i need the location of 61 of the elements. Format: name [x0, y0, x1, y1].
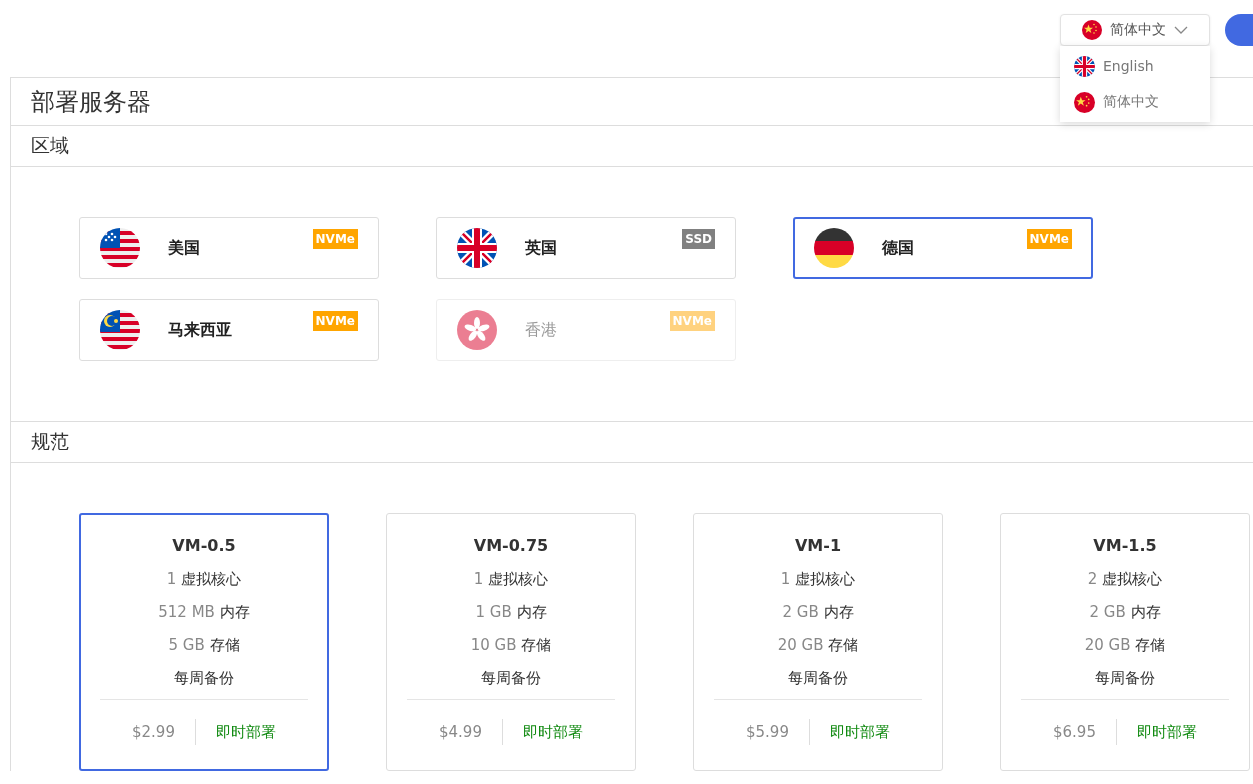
- storage-badge: NVMe: [312, 229, 358, 249]
- region-option[interactable]: 英国 SSD: [436, 217, 736, 279]
- starred-flag-icon: [1082, 20, 1102, 40]
- price: $2.99: [132, 719, 196, 745]
- spec-line: 20 GB 存储: [777, 635, 859, 656]
- spec-line: 1 虚拟核心: [780, 569, 856, 590]
- deploy-link[interactable]: 即时部署: [829, 722, 890, 742]
- section-title: 区域: [31, 133, 69, 158]
- spec-line: 每周备份: [1095, 668, 1155, 689]
- flower-flag-icon: [457, 310, 497, 350]
- plan-card[interactable]: VM-1 1 虚拟核心 2 GB 内存 20 GB 存储 每周备份 $5.99 即时部署: [693, 513, 943, 771]
- plan-card[interactable]: VM-0.75 1 虚拟核心 1 GB 内存 10 GB 存储 每周备份 $4.99 即时部署: [386, 513, 636, 771]
- chevron-down-icon: [1174, 26, 1188, 34]
- language-option[interactable]: English: [1060, 48, 1210, 84]
- price: $6.95: [1053, 719, 1117, 745]
- deploy-link[interactable]: 即时部署: [215, 722, 276, 742]
- spec-line: 1 GB 内存: [475, 602, 547, 623]
- region-name: 美国: [168, 237, 200, 259]
- striped-flag-icon: [100, 228, 140, 268]
- spec-line: 512 MB 内存: [158, 602, 250, 623]
- section-title: 规范: [31, 429, 69, 454]
- spec-line: 2 GB 内存: [782, 602, 854, 623]
- price: $4.99: [439, 719, 503, 745]
- storage-badge: NVMe: [1026, 229, 1072, 249]
- region-name: 香港: [525, 319, 557, 341]
- spec-line: 1 虚拟核心: [473, 569, 549, 590]
- plan-name: VM-0.5: [172, 535, 236, 557]
- plan-card[interactable]: VM-1.5 2 虚拟核心 2 GB 内存 20 GB 存储 每周备份 $6.95 即时部署: [1000, 513, 1250, 771]
- region-option[interactable]: 美国 NVMe: [79, 217, 379, 279]
- language-select[interactable]: 简体中文: [1060, 14, 1210, 46]
- storage-badge: SSD: [682, 229, 715, 249]
- region-option[interactable]: 马来西亚 NVMe: [79, 299, 379, 361]
- spec-line: 每周备份: [788, 668, 848, 689]
- deploy-link[interactable]: 即时部署: [522, 722, 583, 742]
- storage-badge: NVMe: [669, 311, 715, 331]
- spec-line: 2 GB 内存: [1089, 602, 1161, 623]
- region-name: 马来西亚: [168, 319, 232, 341]
- striped-flag-icon: [100, 310, 140, 350]
- language-option[interactable]: 简体中文: [1060, 84, 1210, 120]
- spec-line: 每周备份: [481, 668, 541, 689]
- deploy-link[interactable]: 即时部署: [1136, 722, 1197, 742]
- page-title: 部署服务器: [31, 86, 151, 118]
- spec-line: 10 GB 存储: [470, 635, 552, 656]
- spec-line: 每周备份: [174, 668, 234, 689]
- region-name: 德国: [882, 237, 914, 259]
- region-option[interactable]: 德国 NVMe: [793, 217, 1093, 279]
- union-flag-icon: [1074, 55, 1095, 77]
- tricolor-flag-icon: [814, 228, 854, 268]
- union-flag-icon: [457, 228, 497, 268]
- price: $5.99: [746, 719, 810, 745]
- spec-line: 1 虚拟核心: [166, 569, 242, 590]
- spec-line: 20 GB 存储: [1084, 635, 1166, 656]
- spec-line: 5 GB 存储: [168, 635, 240, 656]
- plan-name: VM-1: [794, 535, 842, 557]
- region-name: 英国: [525, 237, 557, 259]
- starred-flag-icon: [1074, 91, 1095, 113]
- plan-name: VM-0.75: [473, 535, 549, 557]
- spec-line: 2 虚拟核心: [1087, 569, 1163, 590]
- storage-badge: NVMe: [312, 311, 358, 331]
- plan-name: VM-1.5: [1093, 535, 1157, 557]
- plan-card[interactable]: VM-0.5 1 虚拟核心 512 MB 内存 5 GB 存储 每周备份 $2.99 即时部署: [79, 513, 329, 771]
